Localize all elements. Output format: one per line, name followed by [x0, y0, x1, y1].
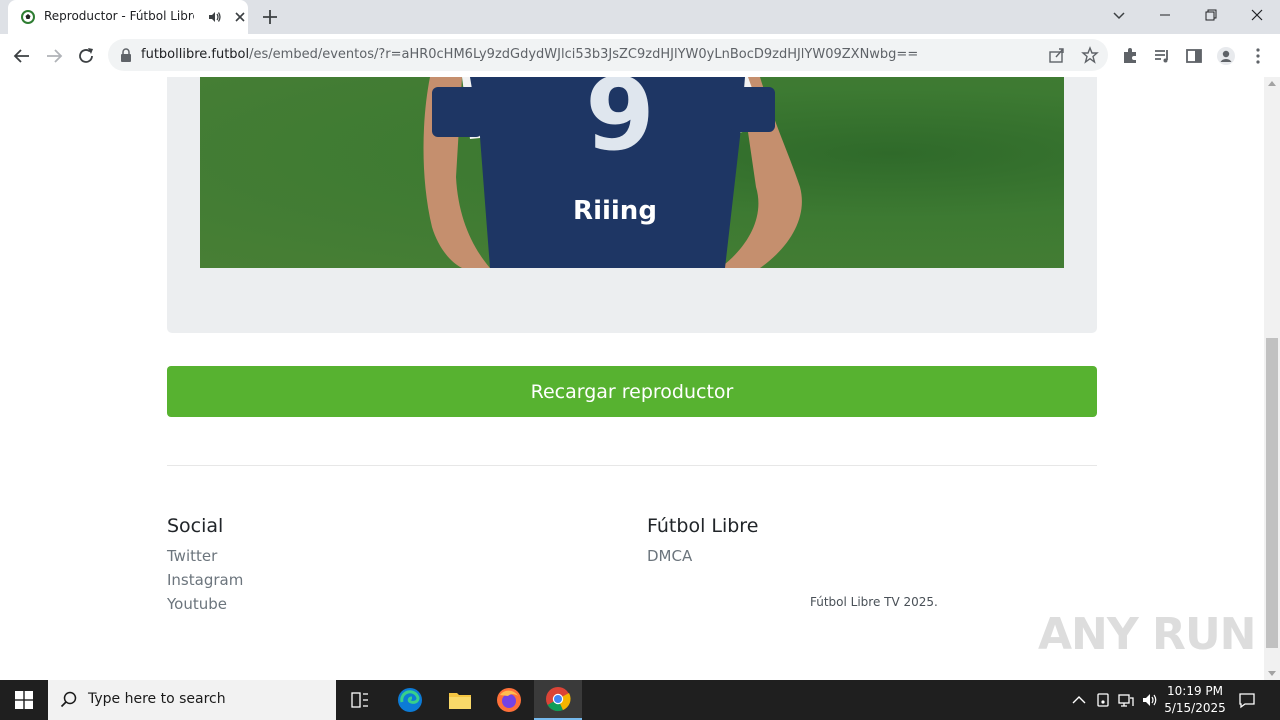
restore-icon — [1205, 9, 1217, 21]
edge-browser-icon — [398, 688, 422, 712]
windows-logo-icon — [15, 691, 33, 709]
chrome-icon — [546, 687, 571, 712]
bookmark-star-icon[interactable] — [1081, 46, 1099, 64]
browser-toolbar: futbollibre.futbol/es/embed/eventos/?r=a… — [0, 34, 1280, 78]
file-explorer-button[interactable] — [436, 680, 484, 720]
address-bar[interactable]: futbollibre.futbol/es/embed/eventos/?r=a… — [108, 39, 1108, 71]
side-panel-icon[interactable] — [1184, 46, 1204, 66]
volume-icon[interactable] — [1141, 691, 1159, 709]
chrome-taskbar-button[interactable] — [534, 680, 582, 720]
tab-search-button[interactable] — [1096, 0, 1142, 30]
back-arrow-icon[interactable] — [12, 46, 32, 66]
social-heading: Social — [167, 515, 224, 537]
minimize-button[interactable] — [1142, 0, 1188, 30]
firefox-icon — [497, 688, 521, 712]
search-placeholder: Type here to search — [88, 691, 226, 707]
windows-taskbar: Type here to search 10:19 PM 5/15/2025 — [0, 680, 1280, 720]
video-frame-footballer: 9 Riiing — [423, 77, 802, 268]
minimize-icon — [1160, 14, 1170, 16]
page-viewport: 9 Riiing Recargar reproductor Social Twi… — [0, 77, 1264, 680]
anyrun-watermark: ANY RUN — [1038, 609, 1256, 660]
system-clock[interactable]: 10:19 PM 5/15/2025 — [1164, 683, 1226, 717]
device-icon[interactable] — [1094, 691, 1112, 709]
close-tab-icon[interactable] — [232, 9, 248, 25]
footer-divider — [167, 465, 1097, 466]
taskbar-search-box[interactable]: Type here to search — [48, 680, 336, 720]
notification-icon[interactable] — [1238, 691, 1256, 709]
search-icon — [60, 691, 77, 708]
clock-date: 5/15/2025 — [1164, 701, 1226, 715]
forward-arrow-icon[interactable] — [44, 46, 64, 66]
browser-tab[interactable]: Reproductor - Fútbol Libre TV — [8, 0, 248, 34]
soccer-ball-icon — [21, 10, 35, 24]
url-domain: futbollibre.futbol — [141, 47, 250, 62]
url-text[interactable]: futbollibre.futbol/es/embed/eventos/?r=a… — [141, 47, 918, 62]
jersey-number: 9 — [585, 77, 655, 173]
scroll-down-arrow-icon[interactable] — [1268, 671, 1276, 676]
folder-icon — [449, 693, 471, 709]
reload-icon[interactable] — [76, 46, 96, 66]
chevron-up-icon[interactable] — [1070, 691, 1088, 709]
dmca-link[interactable]: DMCA — [647, 547, 692, 565]
video-player[interactable]: 9 Riiing — [200, 77, 1064, 268]
player-container: 9 Riiing — [167, 77, 1097, 333]
tab-strip: Reproductor - Fútbol Libre TV — [0, 0, 1280, 34]
scroll-up-arrow-icon[interactable] — [1268, 81, 1276, 86]
chevron-down-icon — [1113, 12, 1125, 20]
start-button[interactable] — [0, 680, 48, 720]
jersey-sponsor: Riiing — [573, 196, 657, 226]
reload-player-button[interactable]: Recargar reproductor — [167, 366, 1097, 417]
task-view-icon — [351, 692, 368, 708]
scroll-thumb[interactable] — [1266, 338, 1278, 648]
share-icon[interactable] — [1048, 46, 1066, 64]
instagram-link[interactable]: Instagram — [167, 571, 243, 589]
url-path: /es/embed/eventos/?r=aHR0cHM6Ly9zdGdydWJ… — [249, 47, 919, 62]
new-tab-icon[interactable] — [260, 7, 280, 27]
edge-taskbar-button[interactable] — [386, 680, 434, 720]
network-icon[interactable] — [1117, 691, 1135, 709]
twitter-link[interactable]: Twitter — [167, 547, 217, 565]
lock-icon[interactable] — [120, 48, 132, 62]
menu-kebab-icon[interactable] — [1248, 46, 1268, 66]
clock-time: 10:19 PM — [1167, 684, 1223, 698]
copyright-text: Fútbol Libre TV 2025. — [810, 595, 938, 609]
firefox-taskbar-button[interactable] — [485, 680, 533, 720]
tab-title: Reproductor - Fútbol Libre TV — [44, 9, 194, 23]
youtube-link[interactable]: Youtube — [167, 595, 227, 613]
close-icon — [1251, 9, 1263, 21]
media-control-icon[interactable] — [1152, 46, 1172, 66]
speaker-icon[interactable] — [207, 9, 223, 25]
restore-button[interactable] — [1188, 0, 1234, 30]
extensions-puzzle-icon[interactable] — [1120, 46, 1140, 66]
page-scrollbar[interactable] — [1264, 77, 1280, 680]
close-window-button[interactable] — [1234, 0, 1280, 30]
profile-avatar-icon[interactable] — [1216, 46, 1236, 66]
task-view-button[interactable] — [336, 680, 384, 720]
brand-heading: Fútbol Libre — [647, 515, 759, 537]
